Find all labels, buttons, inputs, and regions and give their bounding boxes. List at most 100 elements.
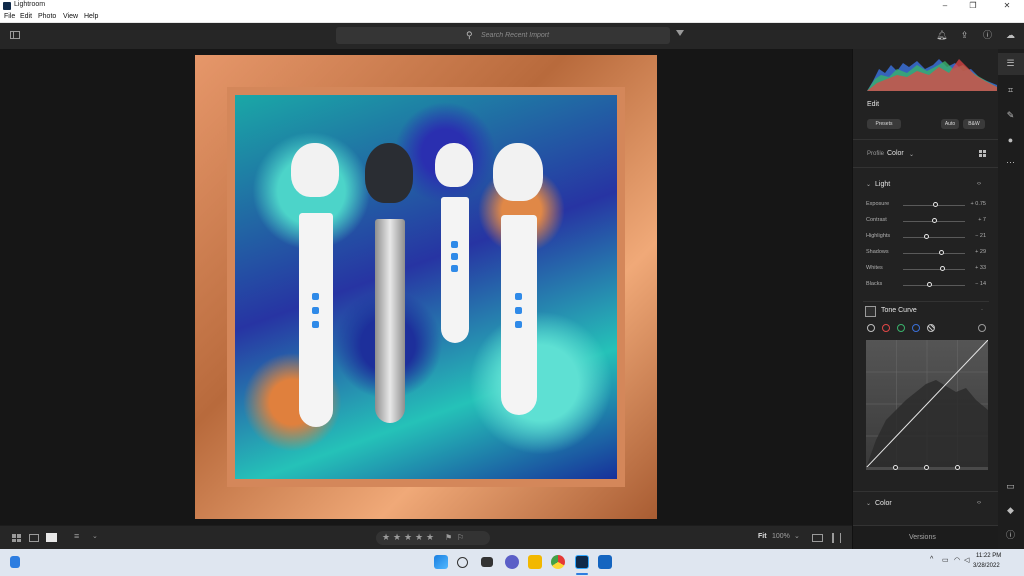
- detail-view-icon[interactable]: [46, 533, 57, 542]
- color-heading[interactable]: Color: [875, 500, 892, 507]
- settings-icon[interactable]: [598, 555, 612, 569]
- eye-icon[interactable]: ‹›: [977, 181, 981, 187]
- presets-button[interactable]: Presets: [867, 119, 901, 129]
- menu-help[interactable]: Help: [84, 13, 98, 20]
- sidebar-icon[interactable]: [10, 31, 20, 39]
- range-thumb[interactable]: [924, 465, 929, 470]
- file-explorer-icon[interactable]: [528, 555, 542, 569]
- red-channel-icon[interactable]: [882, 324, 890, 332]
- menu-view[interactable]: View: [63, 13, 78, 20]
- slider-thumb[interactable]: [939, 250, 945, 255]
- chevron-down-icon[interactable]: ⌄: [909, 151, 914, 158]
- maximize-icon[interactable]: ❐: [962, 0, 984, 12]
- slider-thumb[interactable]: [926, 282, 932, 287]
- tone-curve-heading[interactable]: Tone Curve: [881, 307, 917, 314]
- share-icon[interactable]: ⇪: [959, 30, 970, 41]
- more-icon[interactable]: ⋯: [1005, 157, 1016, 168]
- flag-reject-icon[interactable]: ⚐: [457, 533, 466, 542]
- fit-button[interactable]: Fit: [758, 533, 767, 540]
- wifi-icon[interactable]: ◠: [954, 556, 960, 564]
- help-icon[interactable]: ⓘ: [982, 30, 993, 41]
- flag-pick-icon[interactable]: ⚑: [445, 533, 454, 542]
- widgets-icon[interactable]: [10, 556, 20, 568]
- star-icon[interactable]: ★: [404, 532, 412, 543]
- slider-track[interactable]: [903, 237, 965, 238]
- volume-icon[interactable]: ◁: [964, 556, 969, 564]
- circle-icon[interactable]: ●: [1005, 135, 1016, 146]
- photo-canvas[interactable]: [0, 49, 852, 525]
- slider-thumb[interactable]: [940, 266, 946, 271]
- slider-thumb[interactable]: [933, 202, 939, 207]
- display-icon[interactable]: ▭: [942, 556, 949, 564]
- square-grid-icon[interactable]: [29, 534, 39, 542]
- search-box[interactable]: ⚲: [336, 27, 670, 44]
- slider-track[interactable]: [903, 285, 965, 286]
- photo-image[interactable]: [195, 55, 657, 519]
- bandage-icon[interactable]: ✎: [1005, 110, 1016, 121]
- slider-track[interactable]: [903, 253, 965, 254]
- more-icon[interactable]: ·: [981, 307, 983, 313]
- crop-icon[interactable]: ⌗: [1005, 85, 1016, 96]
- info-icon[interactable]: ⓘ: [1005, 530, 1016, 541]
- auto-button[interactable]: Auto: [941, 119, 959, 129]
- star-icon[interactable]: ★: [393, 532, 401, 543]
- slider-value[interactable]: + 29: [966, 249, 986, 255]
- star-icon[interactable]: ★: [382, 532, 390, 543]
- slider-track[interactable]: [903, 269, 965, 270]
- before-after-icon[interactable]: [832, 533, 841, 543]
- search-icon[interactable]: [457, 557, 468, 568]
- rgb-channel-icon[interactable]: [867, 324, 875, 332]
- comment-icon[interactable]: ▭: [1005, 481, 1016, 492]
- chat-icon[interactable]: [505, 555, 519, 569]
- chevron-down-icon[interactable]: ⌄: [866, 181, 871, 188]
- sort-icon[interactable]: ≡: [74, 531, 79, 541]
- cloud-icon[interactable]: ☁: [1005, 30, 1016, 41]
- divider: [853, 491, 999, 492]
- range-thumb[interactable]: [893, 465, 898, 470]
- slider-value[interactable]: + 0.75: [966, 201, 986, 207]
- compare-icon[interactable]: [812, 534, 823, 542]
- bw-button[interactable]: B&W: [963, 119, 985, 129]
- clock-date[interactable]: 3/28/2022: [973, 563, 1000, 569]
- chevron-down-icon[interactable]: ⌄: [92, 532, 98, 540]
- close-icon[interactable]: ✕: [996, 0, 1018, 12]
- green-channel-icon[interactable]: [897, 324, 905, 332]
- slider-value[interactable]: + 33: [966, 265, 986, 271]
- slider-value[interactable]: − 21: [966, 233, 986, 239]
- grid-view-icon[interactable]: [12, 534, 21, 542]
- lightroom-taskbar-icon[interactable]: [575, 555, 589, 569]
- chevron-down-icon[interactable]: ⌄: [794, 532, 800, 540]
- minimize-icon[interactable]: –: [934, 0, 956, 12]
- profile-dropdown[interactable]: Color: [887, 150, 904, 157]
- versions-tab[interactable]: Versions: [853, 525, 999, 549]
- start-icon[interactable]: [434, 555, 448, 569]
- zoom-button[interactable]: 100%: [772, 533, 790, 540]
- slider-value[interactable]: − 14: [966, 281, 986, 287]
- tone-curve-graph[interactable]: [865, 339, 989, 469]
- slider-thumb[interactable]: [931, 218, 937, 223]
- sliders-icon[interactable]: ☰: [1005, 58, 1016, 69]
- chevron-up-icon[interactable]: ^: [930, 556, 933, 563]
- menu-file[interactable]: File: [4, 13, 15, 20]
- menu-photo[interactable]: Photo: [38, 13, 56, 20]
- chevron-right-icon[interactable]: ⌄: [866, 500, 871, 507]
- parametric-curve-icon[interactable]: [927, 324, 935, 332]
- search-input[interactable]: [481, 29, 601, 42]
- eye-icon[interactable]: ‹›: [977, 500, 981, 506]
- clock-time[interactable]: 11:22 PM: [976, 553, 1001, 559]
- chrome-icon[interactable]: [551, 555, 565, 569]
- tag-icon[interactable]: ◆: [1005, 505, 1016, 516]
- light-heading[interactable]: Light: [875, 181, 890, 188]
- task-view-icon[interactable]: [481, 557, 493, 567]
- filter-icon[interactable]: [676, 30, 684, 36]
- slider-thumb[interactable]: [923, 234, 929, 239]
- range-thumb[interactable]: [955, 465, 960, 470]
- bell-icon[interactable]: 🔔︎: [936, 30, 947, 41]
- menu-edit[interactable]: Edit: [20, 13, 32, 20]
- slider-value[interactable]: + 7: [966, 217, 986, 223]
- profile-browser-icon[interactable]: [979, 150, 987, 158]
- star-icon[interactable]: ★: [426, 532, 434, 543]
- blue-channel-icon[interactable]: [912, 324, 920, 332]
- reset-curve-icon[interactable]: [978, 324, 986, 332]
- star-icon[interactable]: ★: [415, 532, 423, 543]
